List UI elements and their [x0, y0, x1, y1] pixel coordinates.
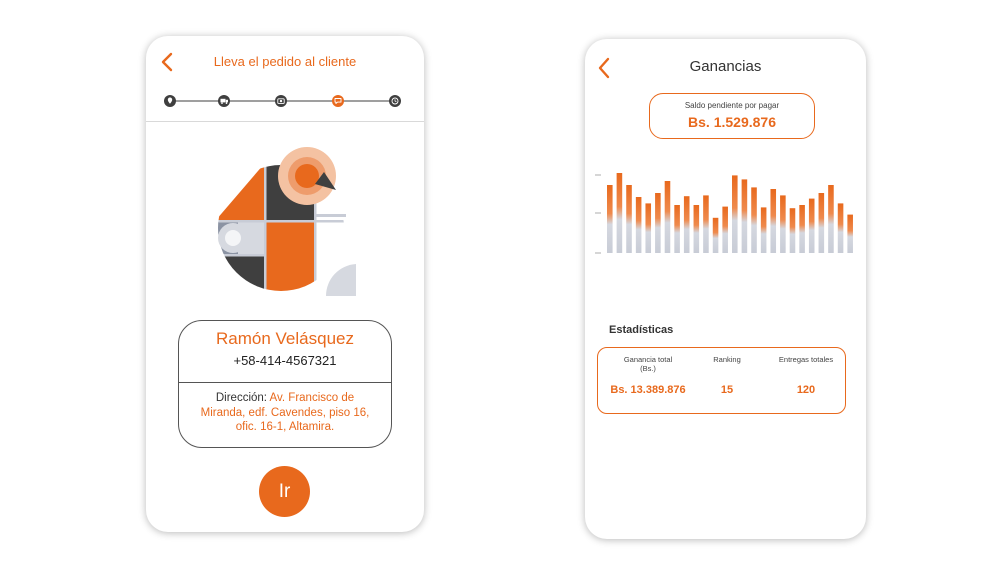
stats-card: Ganancia total (Bs.) Bs. 13.389.876 Rank…	[597, 347, 846, 414]
stat-deliveries-value: 120	[796, 384, 816, 396]
stat-total-label: Ganancia total (Bs.)	[623, 355, 673, 373]
earnings-bar[interactable]	[626, 185, 632, 253]
earnings-bar[interactable]	[780, 195, 786, 253]
earnings-bar[interactable]	[789, 208, 796, 253]
earnings-bar[interactable]	[607, 185, 613, 253]
truck-icon[interactable]	[218, 95, 230, 107]
earnings-bar[interactable]	[712, 217, 719, 253]
address-label: Dirección:	[215, 392, 270, 404]
earnings-bar[interactable]	[760, 207, 767, 253]
earnings-bar[interactable]	[674, 205, 680, 253]
earnings-bar[interactable]	[751, 187, 757, 253]
stat-ranking-value: 15	[720, 384, 734, 396]
earnings-bar[interactable]	[693, 205, 700, 253]
clock-icon[interactable]	[389, 95, 401, 107]
stat-total-value: Bs. 13.389.876	[610, 384, 686, 396]
earnings-bar[interactable]	[655, 193, 661, 253]
earnings-bar[interactable]	[770, 189, 777, 253]
earnings-bar[interactable]	[808, 198, 815, 253]
earnings-bar[interactable]	[616, 173, 623, 253]
earnings-bar[interactable]	[828, 185, 834, 253]
customer-name: Ramón Velásquez	[216, 329, 354, 348]
earnings-bar[interactable]	[837, 203, 844, 253]
camera-icon[interactable]	[275, 95, 287, 107]
earnings-bar[interactable]	[732, 175, 738, 253]
stat-total-earnings: Ganancia total (Bs.) Bs. 13.389.876	[604, 348, 692, 396]
progress-stepper	[164, 95, 401, 107]
earnings-bar[interactable]	[645, 203, 652, 253]
earnings-bar[interactable]	[703, 195, 709, 253]
go-button[interactable]: Ir	[259, 466, 310, 517]
customer-card: Ramón Velásquez +58-414-4567321 Direcció…	[178, 320, 392, 448]
header-divider	[146, 121, 424, 122]
delivery-screen: Lleva el pedido al cliente Ramón Velásqu…	[146, 36, 424, 532]
delivery-illustration	[218, 147, 356, 296]
earnings-bar[interactable]	[847, 214, 853, 253]
earnings-bar[interactable]	[818, 193, 825, 253]
earnings-bar[interactable]	[741, 179, 748, 253]
pending-balance-value: Bs. 1.529.876	[688, 114, 776, 130]
earnings-bar[interactable]	[635, 197, 642, 253]
map-pin-icon[interactable]	[164, 95, 176, 107]
customer-address: Dirección: Av. Francisco de Miranda, edf…	[197, 391, 373, 435]
earnings-bar[interactable]	[664, 181, 671, 253]
stat-deliveries: Entregas totales 120	[766, 348, 846, 396]
earnings-screen: Ganancias Saldo pendiente por pagar Bs. …	[585, 39, 866, 539]
pending-balance-label: Saldo pendiente por pagar	[684, 101, 780, 110]
customer-phone[interactable]: +58-414-4567321	[179, 353, 391, 368]
stats-title: Estadísticas	[609, 324, 674, 336]
page-title: Lleva el pedido al cliente	[213, 54, 357, 69]
earnings-bar[interactable]	[683, 196, 690, 253]
stat-ranking: Ranking 15	[701, 348, 753, 396]
earnings-bar[interactable]	[799, 205, 805, 253]
pending-balance-card: Saldo pendiente por pagar Bs. 1.529.876	[649, 93, 815, 139]
page-title: Ganancias	[689, 58, 762, 75]
chat-icon[interactable]	[332, 95, 344, 107]
stat-ranking-label: Ranking	[713, 355, 741, 364]
stat-deliveries-label: Entregas totales	[778, 355, 834, 364]
card-divider	[179, 382, 391, 383]
earnings-chart	[595, 173, 853, 254]
earnings-bar[interactable]	[722, 206, 728, 253]
